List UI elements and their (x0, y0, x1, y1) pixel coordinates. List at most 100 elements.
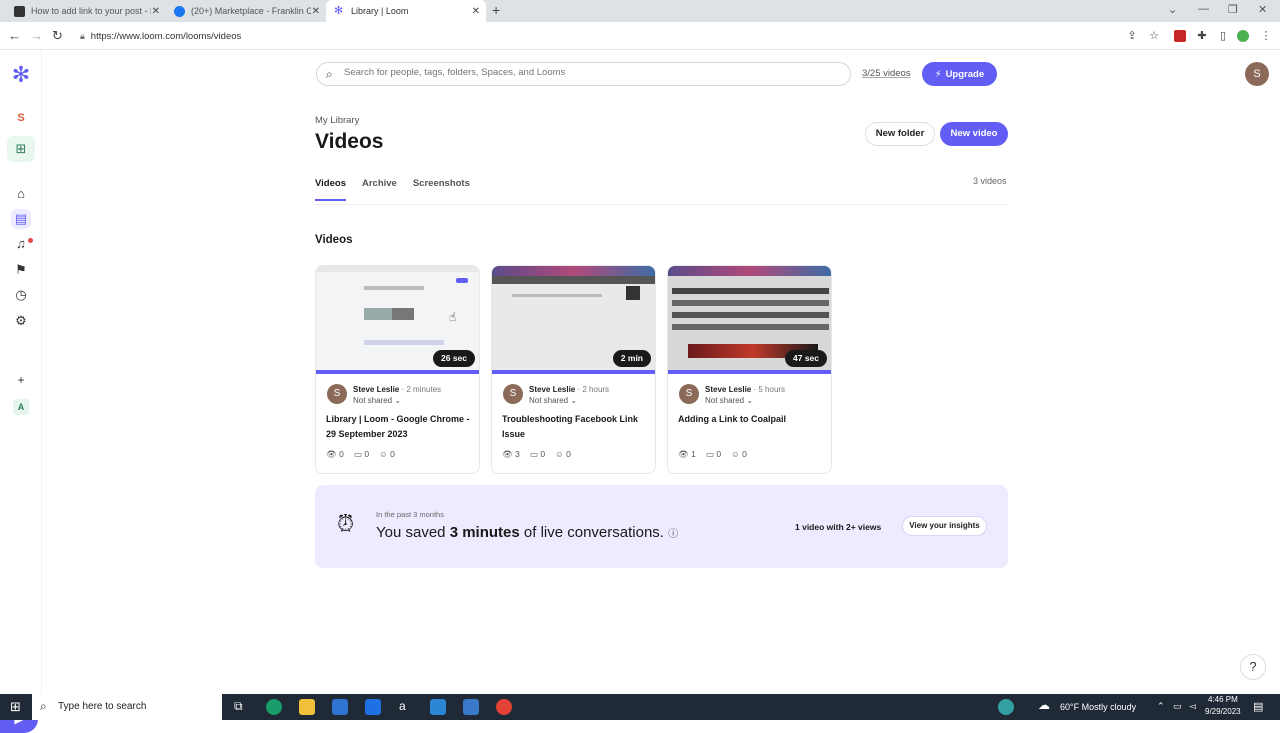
restore-icon[interactable]: ❐ (1228, 3, 1238, 16)
new-tab-icon[interactable]: + (492, 2, 500, 18)
clock-date[interactable]: 9/29/2023 (1205, 707, 1241, 716)
smile-icon: ☺ (555, 449, 564, 459)
avatar[interactable]: S (1245, 62, 1269, 86)
bookmark-icon[interactable]: ⚑ (11, 260, 31, 280)
insights-prefix: You saved (376, 524, 450, 541)
share-icon[interactable]: ⇪ (1126, 30, 1138, 42)
history-clock-icon[interactable]: ◷ (11, 285, 31, 305)
help-icon[interactable]: ? (1240, 654, 1266, 680)
video-thumbnail[interactable]: 47 sec (668, 266, 831, 374)
volume-icon[interactable]: ◅ (1189, 701, 1196, 712)
mail-icon[interactable] (430, 699, 446, 715)
tray-chevron-icon[interactable]: ⌃ (1157, 701, 1165, 712)
video-card[interactable]: 47 sec S Steve Leslie · 5 hours Not shar… (667, 265, 832, 474)
reactions-stat: ☺ 0 (555, 449, 571, 460)
workspace-a[interactable]: A (13, 399, 29, 415)
video-thumbnail[interactable]: 2 min (492, 266, 655, 374)
weather-text[interactable]: 60°F Mostly cloudy (1060, 702, 1136, 712)
forward-icon[interactable]: → (30, 28, 43, 43)
url-field[interactable]: 🔒︎ https://www.loom.com/looms/videos (80, 31, 241, 42)
loom-logo-icon[interactable]: ✻ (10, 64, 32, 86)
taskbar-search[interactable]: ⌕ Type here to search (32, 694, 222, 720)
new-video-button[interactable]: New video (940, 122, 1008, 146)
notification-center-icon[interactable]: ▤ (1253, 700, 1263, 713)
sharing-dropdown[interactable]: Not shared ⌄ (529, 396, 577, 405)
chevron-down-icon: ⌄ (570, 396, 578, 405)
view-insights-button[interactable]: View your insights (902, 516, 987, 536)
comments-count: 0 (716, 449, 722, 459)
back-icon[interactable]: ← (8, 28, 21, 43)
views-stat: 👁︎ 0 (326, 449, 344, 460)
github-favicon-icon (14, 5, 25, 17)
sharing-status: Not shared (529, 396, 569, 405)
edge-browser-icon[interactable] (266, 699, 282, 715)
owner-name: Steve Leslie (529, 385, 576, 394)
side-panel-icon[interactable]: ▯ (1217, 30, 1229, 42)
reactions-count: 0 (566, 449, 571, 459)
owner-name: Steve Leslie (705, 385, 752, 394)
video-title[interactable]: Adding a Link to Coalpail (678, 412, 828, 427)
comment-icon: ▭ (705, 449, 714, 459)
library-icon[interactable]: ▤ (11, 209, 31, 229)
insights-views: 1 video with 2+ views (795, 522, 882, 532)
video-title[interactable]: Troubleshooting Facebook Link Issue (502, 412, 652, 442)
home-icon[interactable]: ⌂ (11, 184, 31, 204)
browser-tab-1[interactable]: How to add link to your post - R ✕ (6, 0, 166, 22)
video-card[interactable]: 2 min S Steve Leslie · 2 hours Not share… (491, 265, 656, 474)
tab-archive[interactable]: Archive (362, 178, 397, 201)
store-icon[interactable] (332, 699, 348, 715)
search-icon: ⌕ (40, 699, 47, 713)
reload-icon[interactable]: ↻ (52, 28, 63, 44)
browser-menu-icon[interactable]: ⋮ (1260, 30, 1272, 42)
gift-icon[interactable]: ⊞ (7, 136, 35, 162)
file-explorer-icon[interactable] (299, 699, 315, 715)
workspace-switcher[interactable]: S (11, 108, 31, 128)
video-card[interactable]: ☝ 26 sec S Steve Leslie · 2 minutes Not … (315, 265, 480, 474)
upgrade-button[interactable]: ⚡︎ Upgrade (922, 62, 997, 86)
dropbox-icon[interactable] (365, 699, 381, 715)
new-folder-button[interactable]: New folder (865, 122, 935, 146)
breadcrumb[interactable]: My Library (315, 115, 359, 126)
thumbnail-detail (364, 340, 444, 345)
bookmark-star-icon[interactable]: ☆ (1148, 30, 1160, 42)
system-tray-app-icon[interactable] (998, 699, 1014, 715)
video-thumbnail[interactable]: ☝ 26 sec (316, 266, 479, 374)
browser-tab-2[interactable]: (20+) Marketplace - Franklin Ca ✕ (166, 0, 326, 22)
notifications-bell-icon[interactable]: ♫ (11, 234, 31, 254)
browser-tab-3[interactable]: ✻ Library | Loom ✕ (326, 0, 486, 22)
network-icon[interactable]: ▭ (1173, 701, 1182, 712)
window-close-icon[interactable]: ✕ (1258, 3, 1267, 16)
insights-headline: You saved 3 minutes of live conversation… (376, 524, 678, 541)
amazon-icon[interactable]: a (399, 699, 406, 713)
search-input[interactable] (344, 67, 834, 78)
info-icon[interactable]: ⓘ (668, 529, 678, 540)
tab-search-icon[interactable]: ⌄ (1168, 3, 1177, 16)
app-icon[interactable] (463, 699, 479, 715)
windows-start-icon[interactable]: ⊞ (10, 699, 21, 715)
close-icon[interactable]: ✕ (152, 6, 160, 17)
tab-videos[interactable]: Videos (315, 178, 346, 201)
task-view-icon[interactable]: ⧉ (234, 699, 243, 714)
smile-icon: ☺ (731, 449, 740, 459)
search-bar[interactable]: ⌕ (316, 62, 851, 86)
add-workspace-icon[interactable]: + (11, 370, 31, 390)
taskbar-search-placeholder: Type here to search (58, 701, 147, 712)
extensions-puzzle-icon[interactable]: ✚ (1196, 30, 1208, 42)
video-quota[interactable]: 3/25 videos (862, 68, 911, 79)
sharing-dropdown[interactable]: Not shared ⌄ (353, 396, 401, 405)
comments-count: 0 (540, 449, 546, 459)
insights-suffix: of live conversations. (519, 524, 664, 541)
chrome-icon[interactable] (496, 699, 512, 715)
video-title[interactable]: Library | Loom - Google Chrome - 29 Sept… (326, 412, 476, 442)
insights-amount: 3 minutes (449, 524, 520, 541)
profile-extension-icon[interactable] (1237, 30, 1249, 42)
close-icon[interactable]: ✕ (312, 6, 320, 17)
library-tabs: Videos Archive Screenshots (315, 178, 470, 201)
sharing-dropdown[interactable]: Not shared ⌄ (705, 396, 753, 405)
close-icon[interactable]: ✕ (472, 6, 480, 17)
tab-screenshots[interactable]: Screenshots (413, 178, 470, 201)
minimize-icon[interactable]: — (1198, 3, 1209, 15)
pdf-extension-icon[interactable] (1174, 30, 1186, 42)
clock-time[interactable]: 4:46 PM (1208, 695, 1238, 704)
settings-gear-icon[interactable]: ⚙ (11, 311, 31, 331)
